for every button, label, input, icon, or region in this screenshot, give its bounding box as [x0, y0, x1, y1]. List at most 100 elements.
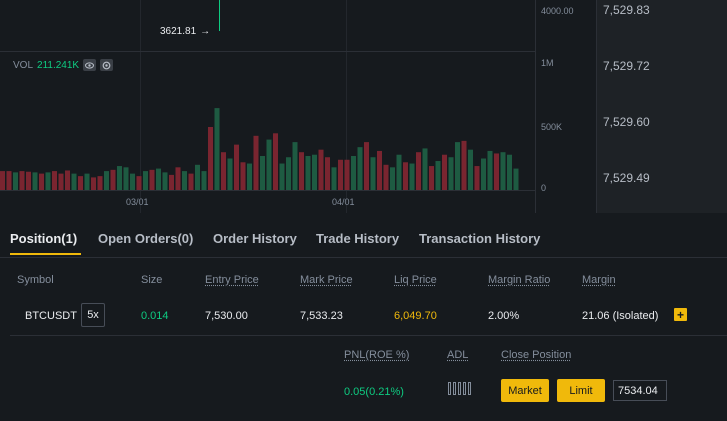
volume-bar	[429, 166, 434, 190]
volume-axis-label: 500K	[541, 122, 563, 132]
volume-bar	[299, 152, 304, 190]
volume-bar	[364, 142, 369, 190]
volume-bar	[188, 173, 194, 190]
volume-bar	[435, 161, 441, 190]
volume-bar	[169, 174, 174, 190]
volume-bar	[442, 154, 447, 190]
chart-area[interactable]: 3621.81 → VOL 211.241K 03/01 04/01	[0, 0, 595, 213]
volume-bar	[318, 149, 324, 190]
position-pnl: 0.05(0.21%)	[344, 386, 404, 398]
volume-bar	[117, 166, 122, 190]
volume-bar	[338, 159, 343, 190]
tab-trade-history[interactable]: Trade History	[316, 231, 399, 246]
volume-bar	[182, 171, 187, 190]
tab-transaction-history[interactable]: Transaction History	[419, 231, 540, 246]
volume-bar	[32, 172, 38, 190]
header-liq-price: Liq Price	[394, 274, 437, 286]
volume-bar	[422, 148, 428, 190]
volume-bar	[331, 167, 337, 190]
volume-bar	[156, 168, 161, 190]
volume-bar	[286, 157, 291, 190]
volume-axis-label: 1M	[541, 58, 554, 68]
volume-bar	[201, 171, 207, 190]
header-size: Size	[141, 274, 163, 286]
row-divider	[10, 335, 727, 336]
close-market-button[interactable]: Market	[501, 379, 549, 402]
volume-bar	[45, 172, 51, 190]
volume-bar	[351, 155, 356, 190]
volume-bar	[227, 158, 233, 190]
volume-bar	[97, 176, 103, 190]
leverage-badge[interactable]: 5x	[81, 303, 105, 327]
header-symbol: Symbol	[17, 274, 54, 286]
volume-bar	[474, 166, 480, 190]
volume-bar	[383, 164, 389, 190]
close-limit-button[interactable]: Limit	[557, 379, 605, 402]
volume-bar	[344, 159, 350, 190]
volume-bar	[84, 173, 90, 190]
position-margin-ratio: 2.00%	[488, 310, 520, 322]
volume-bar	[123, 167, 129, 190]
volume-bar	[468, 149, 473, 190]
tab-position[interactable]: Position(1)	[10, 231, 77, 246]
volume-bar	[136, 176, 142, 190]
volume-bar	[396, 154, 402, 190]
volume-bar	[162, 172, 168, 190]
volume-bar	[500, 152, 506, 190]
volume-bar	[279, 163, 285, 190]
volume-bar	[513, 168, 519, 190]
volume-bar	[403, 162, 408, 190]
position-size: 0.014	[141, 310, 169, 322]
active-tab-indicator	[10, 253, 81, 255]
volume-bar	[409, 163, 415, 190]
x-tick-label: 03/01	[126, 197, 149, 207]
volume-bar	[507, 154, 512, 190]
volume-bar	[273, 133, 278, 190]
tab-open-orders[interactable]: Open Orders(0)	[98, 231, 193, 246]
header-margin-ratio: Margin Ratio	[488, 274, 551, 286]
position-liq-price: 6,049.70	[394, 310, 437, 322]
header-adl: ADL	[447, 349, 469, 361]
orderbook-price: 7,529.60	[603, 115, 650, 129]
header-margin: Margin	[582, 274, 616, 286]
position-symbol[interactable]: BTCUSDT	[25, 310, 77, 322]
volume-bar	[357, 147, 363, 190]
volume-bar	[65, 170, 70, 190]
volume-bar	[260, 155, 265, 190]
volume-bar	[292, 142, 298, 190]
price-axis[interactable]: 4000.00 1M 500K 0	[535, 0, 596, 213]
tab-order-history[interactable]: Order History	[213, 231, 297, 246]
orderbook-price: 7,529.49	[603, 171, 650, 185]
header-entry-price: Entry Price	[205, 274, 259, 286]
position-entry-price: 7,530.00	[205, 310, 248, 322]
volume-bar	[6, 171, 12, 190]
volume-bar	[130, 173, 135, 190]
volume-bar	[494, 153, 499, 190]
volume-bar	[325, 157, 330, 190]
volume-bar	[110, 169, 116, 190]
tabs-bar: Position(1) Open Orders(0) Order History…	[0, 213, 727, 258]
header-close-position: Close Position	[501, 349, 572, 361]
volume-bar	[455, 142, 460, 190]
volume-axis-label: 0	[541, 183, 547, 193]
volume-bar	[370, 157, 376, 190]
volume-bar	[247, 163, 252, 190]
volume-bar	[39, 173, 44, 190]
volume-bar	[312, 154, 317, 190]
volume-bar	[208, 127, 213, 190]
volume-bar	[143, 171, 148, 190]
position-margin: 21.06 (Isolated)	[582, 310, 659, 322]
position-mark-price: 7,533.23	[300, 310, 343, 322]
limit-price-input[interactable]	[613, 380, 667, 401]
add-margin-icon[interactable]: +	[674, 308, 687, 321]
volume-bar	[305, 155, 311, 190]
adl-indicator-icon	[448, 382, 471, 395]
volume-chart	[0, 108, 519, 190]
volume-bar	[13, 172, 18, 190]
volume-bar	[390, 167, 395, 190]
volume-bar	[448, 157, 454, 190]
volume-bar	[195, 164, 200, 190]
volume-bar	[78, 176, 83, 190]
volume-bar	[240, 162, 246, 190]
x-tick-label: 04/01	[332, 197, 355, 207]
